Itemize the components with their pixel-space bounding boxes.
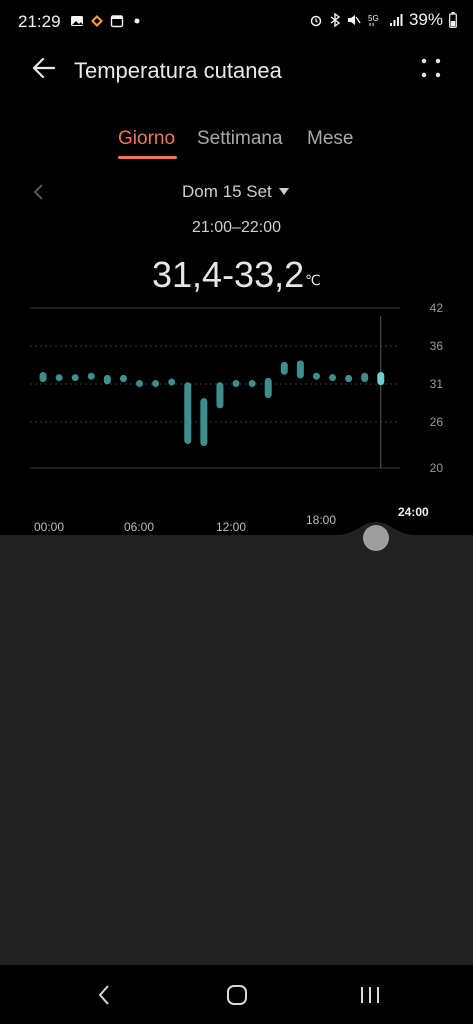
selected-time-range: 21:00–22:00 xyxy=(192,219,281,236)
tab-mese[interactable]: Mese xyxy=(307,128,353,150)
temperature-value: 31,4-33,2 xyxy=(152,254,305,295)
time-slider-handle[interactable] xyxy=(363,525,389,551)
status-bar: 21:29 5G 39% xyxy=(0,0,473,44)
chart-bar xyxy=(280,361,288,375)
chart-bar xyxy=(168,378,176,386)
bluetooth-icon xyxy=(330,13,341,27)
chart-bar xyxy=(39,372,47,383)
chart-bar xyxy=(200,398,208,447)
chart-bar xyxy=(296,360,304,379)
chart-bar xyxy=(119,374,127,383)
temperature-unit: ℃ xyxy=(305,272,321,288)
y-tick-label: 26 xyxy=(430,415,444,429)
alarm-icon xyxy=(310,15,322,27)
date-label[interactable]: Dom 15 Set xyxy=(182,182,272,202)
chart-bar xyxy=(361,372,369,383)
bottom-panel xyxy=(0,535,473,965)
y-tick-label: 42 xyxy=(430,301,444,315)
period-tabs: Giorno Settimana Mese xyxy=(0,124,473,164)
chart-bar xyxy=(152,380,160,387)
chart-bar xyxy=(136,380,144,387)
x-tick-label: 00:00 xyxy=(34,520,64,534)
chevron-left-icon[interactable] xyxy=(30,182,46,202)
chart-bar xyxy=(55,374,63,382)
dot-icon xyxy=(134,18,140,24)
chart-bar xyxy=(377,372,385,386)
tab-giorno[interactable]: Giorno xyxy=(118,128,175,150)
chart-bar xyxy=(248,380,256,387)
chart-bar xyxy=(71,374,79,382)
chart-bar xyxy=(216,382,224,409)
gallery-icon xyxy=(71,16,83,26)
battery-percent: 39% xyxy=(408,10,443,29)
mute-icon xyxy=(347,15,361,25)
chart-bar xyxy=(329,374,337,382)
app-header: Temperatura cutanea xyxy=(0,44,473,96)
active-tab-indicator xyxy=(118,156,177,159)
temperature-chart[interactable]: 42 36 31 26 20 00:00 06:00 12:00 18:00 24:00 xyxy=(0,296,473,546)
chart-bar xyxy=(312,372,320,380)
page-title: Temperatura cutanea xyxy=(74,58,282,83)
chart-bar xyxy=(264,377,272,399)
y-tick-label: 36 xyxy=(430,339,444,353)
svg-text:5G: 5G xyxy=(368,14,379,23)
chart-bar xyxy=(184,382,192,444)
chart-bar xyxy=(103,374,111,385)
5g-icon: 5G xyxy=(368,14,379,26)
health-app-icon xyxy=(91,15,103,27)
battery-icon xyxy=(449,12,457,28)
calendar-icon xyxy=(110,15,124,28)
y-tick-label: 31 xyxy=(430,377,444,391)
chart-bar xyxy=(345,374,353,383)
x-tick-label: 18:00 xyxy=(306,513,336,527)
more-options-icon[interactable] xyxy=(419,56,443,80)
dropdown-caret-icon[interactable] xyxy=(279,188,289,195)
system-nav-bar xyxy=(0,965,473,1024)
date-selector: Dom 15 Set xyxy=(0,176,473,208)
back-arrow-icon[interactable] xyxy=(30,54,58,82)
tab-settimana[interactable]: Settimana xyxy=(197,128,283,150)
x-tick-label: 24:00 xyxy=(398,505,429,519)
nav-back-icon[interactable] xyxy=(92,982,118,1008)
y-tick-label: 20 xyxy=(430,461,444,475)
nav-home-icon[interactable] xyxy=(224,982,250,1008)
chart-bar xyxy=(232,380,240,387)
system-status-icons: 5G 39% xyxy=(309,10,457,30)
nav-recents-icon[interactable] xyxy=(357,982,383,1008)
status-time: 21:29 xyxy=(18,12,61,31)
notification-icons xyxy=(70,14,144,28)
signal-icon xyxy=(389,14,403,26)
x-tick-label: 12:00 xyxy=(216,520,246,534)
chart-bar xyxy=(87,372,95,380)
x-tick-label: 06:00 xyxy=(124,520,154,534)
